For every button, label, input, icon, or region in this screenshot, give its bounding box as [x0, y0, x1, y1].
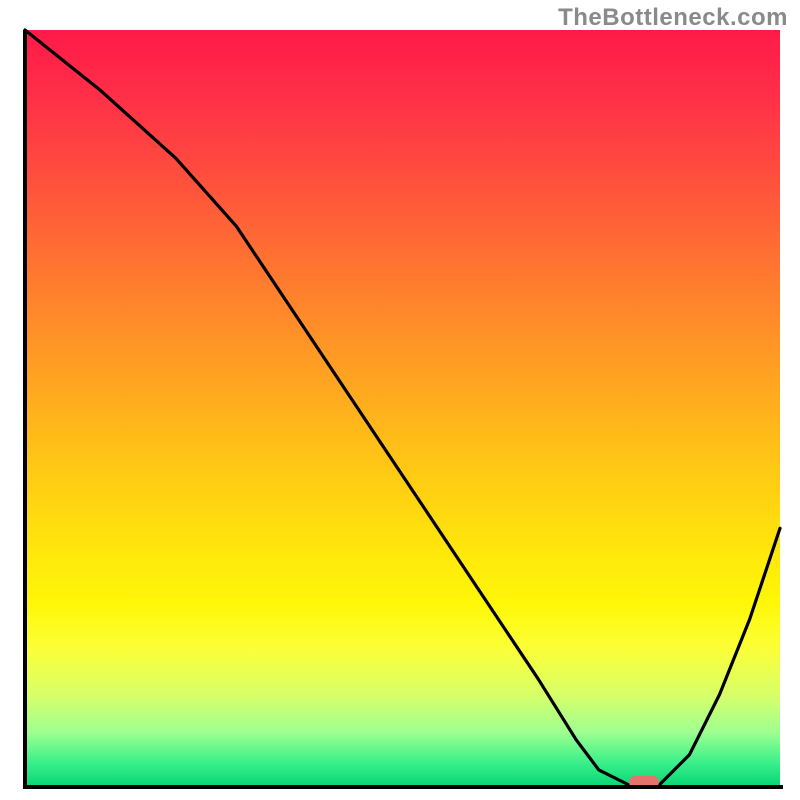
watermark-text: TheBottleneck.com [558, 4, 788, 32]
chart-canvas: TheBottleneck.com [0, 0, 800, 800]
bottleneck-curve [25, 30, 780, 785]
curve-layer [25, 30, 780, 785]
plot-area [25, 30, 780, 785]
x-axis [23, 785, 783, 789]
y-axis [23, 30, 27, 788]
